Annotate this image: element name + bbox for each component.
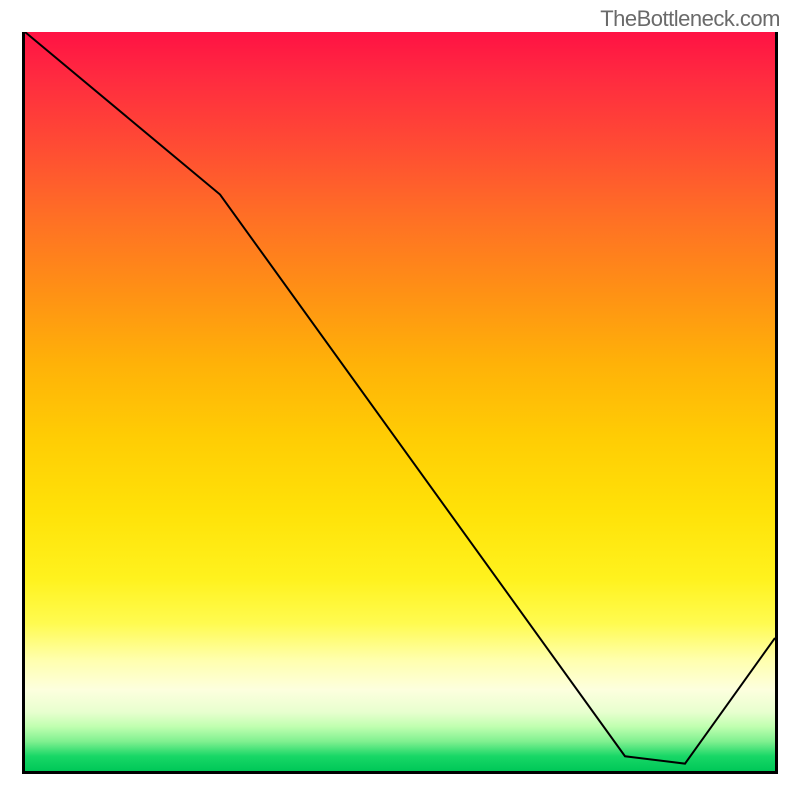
watermark-text: TheBottleneck.com [600, 6, 780, 32]
chart-area [22, 32, 778, 774]
line-plot [25, 32, 775, 771]
bottleneck-curve [25, 32, 775, 764]
